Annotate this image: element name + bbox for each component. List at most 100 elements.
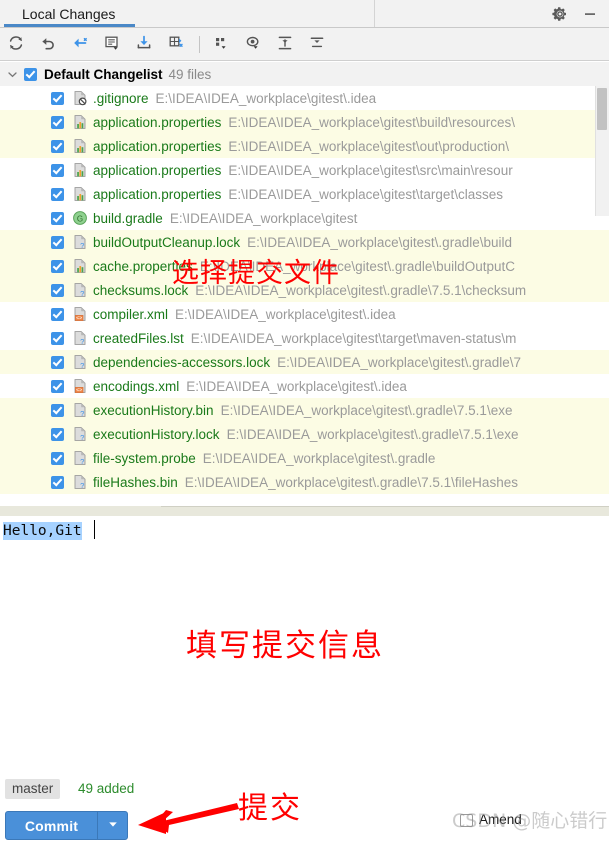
file-row[interactable]: application.properties E:\IDEA\IDEA_workp… xyxy=(0,158,609,182)
changed-files-list[interactable]: .gitignore E:\IDEA\IDEA_workplace\gitest\… xyxy=(0,86,609,516)
rollback-button[interactable] xyxy=(36,33,60,57)
changelist-file-count: 49 files xyxy=(168,66,212,82)
changelist-header-row[interactable]: Default Changelist 49 files xyxy=(0,62,609,86)
shelve-button[interactable] xyxy=(68,33,92,57)
preview-diff-button[interactable] xyxy=(241,33,265,57)
file-row[interactable]: ? file-system.probe E:\IDEA\IDEA_workplace… xyxy=(0,446,609,470)
refresh-button[interactable] xyxy=(4,33,28,57)
properties-file-icon xyxy=(72,114,88,130)
csdn-watermark: CSDN @随心错行 xyxy=(452,810,608,832)
file-row[interactable]: .gitignore E:\IDEA\IDEA_workplace\gitest\… xyxy=(0,86,609,110)
group-by-icon xyxy=(212,34,230,57)
commit-dropdown-button[interactable] xyxy=(98,817,127,835)
gear-icon[interactable] xyxy=(550,4,570,24)
move-changes-icon xyxy=(167,34,185,57)
file-name: encodings.xml xyxy=(93,378,180,394)
file-row[interactable]: application.properties E:\IDEA\IDEA_workp… xyxy=(0,182,609,206)
file-name: executionHistory.bin xyxy=(93,402,214,418)
file-checkbox[interactable] xyxy=(51,163,64,177)
file-row[interactable]: application.properties E:\IDEA\IDEA_workp… xyxy=(0,134,609,158)
file-checkbox[interactable] xyxy=(51,355,64,369)
commit-button-text: Commit xyxy=(24,817,79,834)
svg-text:<>: <> xyxy=(76,316,82,322)
file-row[interactable]: application.properties E:\IDEA\IDEA_workp… xyxy=(0,110,609,134)
file-name: executionHistory.lock xyxy=(93,426,220,442)
file-checkbox[interactable] xyxy=(51,259,64,273)
red-arrow-left-icon xyxy=(138,803,239,834)
new-changelist-button[interactable] xyxy=(100,33,124,57)
file-row[interactable]: ? createdFiles.lst E:\IDEA\IDEA_workplace\… xyxy=(0,326,609,350)
file-checkbox[interactable] xyxy=(51,283,64,297)
minimize-icon[interactable] xyxy=(580,4,600,24)
chevron-down-icon[interactable] xyxy=(5,67,19,81)
file-checkbox[interactable] xyxy=(51,451,64,465)
eye-preview-icon xyxy=(244,34,262,57)
tab-local-changes[interactable]: Local Changes xyxy=(0,0,134,27)
file-checkbox[interactable] xyxy=(51,139,64,153)
collapse-all-button[interactable] xyxy=(305,33,329,57)
svg-text:?: ? xyxy=(80,457,84,466)
file-row[interactable]: ? executionHistory.bin E:\IDEA\IDEA_workpl… xyxy=(0,398,609,422)
changelist-title: Default Changelist xyxy=(44,66,163,82)
file-name: application.properties xyxy=(93,186,222,202)
properties-file-icon xyxy=(72,162,88,178)
properties-file-icon xyxy=(72,186,88,202)
annotation-fill-message: 填写提交信息 xyxy=(186,628,384,664)
file-path: E:\IDEA\IDEA_workplace\gitest\.gradle\7 xyxy=(277,354,521,370)
file-path: E:\IDEA\IDEA_workplace\gitest\.idea xyxy=(175,306,396,322)
branch-badge: master xyxy=(5,779,61,799)
annotation-select-files: 选择提交文件 xyxy=(172,258,340,289)
file-name: application.properties xyxy=(93,138,222,154)
file-checkbox[interactable] xyxy=(51,235,64,249)
file-row[interactable]: ? dependencies-accessors.lock E:\IDEA\IDEA… xyxy=(0,350,609,374)
expand-all-icon xyxy=(276,34,294,57)
svg-text:G: G xyxy=(77,214,83,223)
file-checkbox[interactable] xyxy=(51,115,64,129)
shelve-arrow-icon xyxy=(71,34,89,57)
file-checkbox[interactable] xyxy=(51,427,64,441)
undo-arrow-icon xyxy=(39,34,57,57)
group-by-button[interactable] xyxy=(209,33,233,57)
file-path: E:\IDEA\IDEA_workplace\gitest\target\cla… xyxy=(228,186,503,202)
move-to-changelist-button[interactable] xyxy=(164,33,188,57)
changelist-checkbox[interactable] xyxy=(24,67,37,81)
unshelve-button[interactable] xyxy=(132,33,156,57)
svg-text:?: ? xyxy=(80,241,84,250)
file-name: compiler.xml xyxy=(93,306,169,322)
tab-local-changes-label: Local Changes xyxy=(22,5,116,22)
panel-splitter-handle[interactable] xyxy=(0,506,161,516)
file-name: dependencies-accessors.lock xyxy=(93,354,271,370)
file-row[interactable]: Gbuild.gradle E:\IDEA\IDEA_workplace\gite… xyxy=(0,206,609,230)
file-list-scrollbar-thumb[interactable] xyxy=(597,88,607,130)
commit-button[interactable]: Commit xyxy=(5,811,128,840)
file-checkbox[interactable] xyxy=(51,379,64,393)
file-checkbox[interactable] xyxy=(51,91,64,105)
added-count-label: 49 added xyxy=(78,781,135,796)
file-ignored-icon xyxy=(72,90,88,106)
file-path: E:\IDEA\IDEA_workplace\gitest\src\main\r… xyxy=(228,162,513,178)
file-checkbox[interactable] xyxy=(51,331,64,345)
file-path: E:\IDEA\IDEA_workplace\gitest\target\mav… xyxy=(190,330,517,346)
commit-message-input[interactable]: Hello,Git xyxy=(3,522,82,540)
file-name: application.properties xyxy=(93,162,222,178)
file-checkbox[interactable] xyxy=(51,307,64,321)
tab-bar-filler xyxy=(375,0,609,27)
file-row[interactable]: ? fileHashes.bin E:\IDEA\IDEA_workplace\gi… xyxy=(0,470,609,494)
tab-active-indicator xyxy=(4,24,135,27)
local-changes-panel: Local Changes Default Changelist 49 file… xyxy=(0,0,609,846)
file-checkbox[interactable] xyxy=(51,475,64,489)
file-name: buildOutputCleanup.lock xyxy=(93,234,241,250)
file-checkbox[interactable] xyxy=(51,187,64,201)
file-checkbox[interactable] xyxy=(51,211,64,225)
file-row[interactable]: <> compiler.xml E:\IDEA\IDEA_workplace\git… xyxy=(0,302,609,326)
gradle-file-icon: G xyxy=(72,210,88,226)
file-path: E:\IDEA\IDEA_workplace\gitest\.gradle xyxy=(202,450,436,466)
file-name: fileHashes.bin xyxy=(93,474,178,490)
file-row[interactable]: <> encodings.xml E:\IDEA\IDEA_workplace\gi… xyxy=(0,374,609,398)
toolbar xyxy=(0,28,609,61)
file-path: E:\IDEA\IDEA_workplace\gitest\.idea xyxy=(186,378,407,394)
svg-text:?: ? xyxy=(80,361,84,370)
expand-all-button[interactable] xyxy=(273,33,297,57)
file-checkbox[interactable] xyxy=(51,403,64,417)
file-row[interactable]: ? executionHistory.lock E:\IDEA\IDEA_workp… xyxy=(0,422,609,446)
